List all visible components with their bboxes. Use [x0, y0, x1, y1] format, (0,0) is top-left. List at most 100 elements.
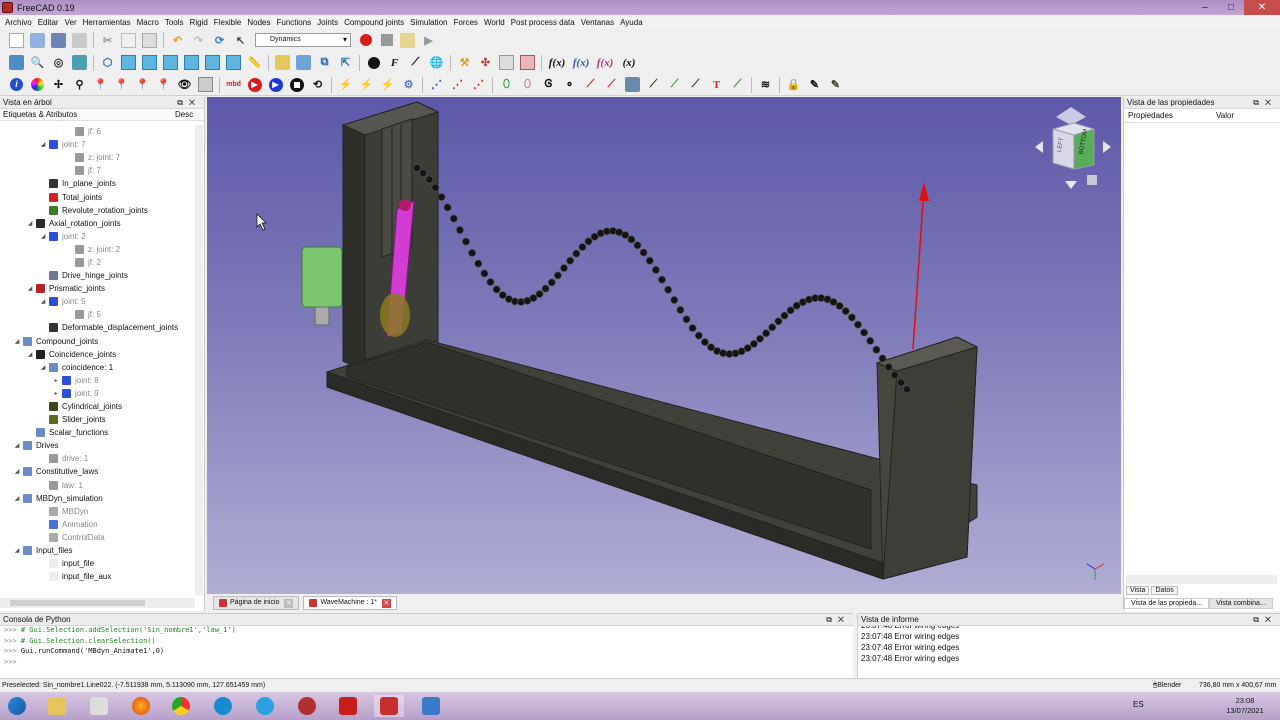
- property-horizontal-scrollbar[interactable]: [1126, 575, 1277, 584]
- tree-item[interactable]: drive: 1: [0, 452, 195, 465]
- revolute-joint-icon[interactable]: ⬯: [499, 77, 514, 92]
- wave-icon[interactable]: ≋: [758, 77, 773, 92]
- tree-item[interactable]: input_file: [0, 557, 195, 570]
- world-icon[interactable]: 🌐: [429, 55, 444, 70]
- tree-item[interactable]: ◢ joint: 2: [0, 230, 195, 243]
- group-icon[interactable]: [296, 55, 311, 70]
- nav-arrow-up[interactable]: [1056, 107, 1086, 125]
- record-macro-icon[interactable]: [358, 33, 373, 48]
- tree-item[interactable]: ◢ Input_files: [0, 544, 195, 557]
- joint-a-icon[interactable]: ⋰: [429, 77, 444, 92]
- import-sheet-icon[interactable]: [520, 55, 535, 70]
- tree-item[interactable]: ◢ Compound_joints: [0, 335, 195, 348]
- taskbar-acrobat[interactable]: [333, 695, 363, 717]
- col-properties[interactable]: Propiedades: [1124, 109, 1216, 122]
- in-plane-joint-icon[interactable]: ⟋: [583, 77, 598, 92]
- expand-arrow-icon[interactable]: ◢: [26, 285, 34, 292]
- menu-editar[interactable]: Editar: [35, 18, 62, 27]
- spreadsheet-tool-2-icon[interactable]: ✣: [478, 55, 493, 70]
- play-blue-icon[interactable]: ▶: [268, 77, 283, 92]
- clamp-joint-icon[interactable]: ⚬: [562, 77, 577, 92]
- force-black-icon[interactable]: ⚡: [359, 77, 374, 92]
- measure-icon[interactable]: 📏: [247, 55, 262, 70]
- tree-item[interactable]: ◢ Drives: [0, 439, 195, 452]
- menu-tools[interactable]: Tools: [162, 18, 187, 27]
- menu-functions[interactable]: Functions: [273, 18, 314, 27]
- whats-this-icon[interactable]: ↖: [233, 33, 248, 48]
- menu-joints[interactable]: Joints: [314, 18, 341, 27]
- minimize-button[interactable]: –: [1192, 0, 1218, 15]
- isometric-view-icon[interactable]: ⬡: [100, 55, 115, 70]
- menu-flexible[interactable]: Flexible: [211, 18, 245, 27]
- variable-icon[interactable]: (x): [620, 55, 638, 70]
- node-red-icon[interactable]: 📍: [114, 77, 129, 92]
- node-green-icon[interactable]: 📍: [135, 77, 150, 92]
- fit-all-icon[interactable]: [9, 55, 24, 70]
- force-blue-icon[interactable]: ⚡: [338, 77, 353, 92]
- taskbar-firefox[interactable]: [126, 695, 156, 717]
- expand-arrow-icon[interactable]: ◢: [39, 141, 47, 148]
- tree-item[interactable]: z: joint: 7: [0, 151, 195, 164]
- hinge-joint-icon[interactable]: ⬯: [520, 77, 535, 92]
- expand-arrow-icon[interactable]: ◢: [13, 442, 21, 449]
- menu-macro[interactable]: Macro: [134, 18, 162, 27]
- color-wheel-icon[interactable]: [30, 77, 45, 92]
- tree-item[interactable]: Drive_hinge_joints: [0, 269, 195, 282]
- taskbar-chrome[interactable]: [166, 695, 196, 717]
- menu-world[interactable]: World: [481, 18, 508, 27]
- expand-arrow-icon[interactable]: ◢: [39, 364, 47, 371]
- 3d-viewport[interactable]: LEFT BOTTOM: [207, 97, 1121, 594]
- tree-item[interactable]: In_plane_joints: [0, 177, 195, 190]
- dock-buttons[interactable]: ⧉✕: [826, 614, 850, 626]
- expand-arrow-icon[interactable]: ◢: [13, 547, 21, 554]
- fit-selection-icon[interactable]: 🔍: [30, 55, 45, 70]
- refresh-icon[interactable]: ⟳: [212, 33, 227, 48]
- tree-item[interactable]: Deformable_displacement_joints: [0, 321, 195, 334]
- cut-icon[interactable]: ✂: [100, 33, 115, 48]
- sphere-icon[interactable]: [366, 55, 381, 70]
- lock-icon[interactable]: 🔒: [786, 77, 801, 92]
- left-view-icon[interactable]: [226, 55, 241, 70]
- tab-wavemachine[interactable]: WaveMachine : 1* ✕: [303, 596, 397, 610]
- tree-item[interactable]: ▸ joint: 9: [0, 387, 195, 400]
- part-icon[interactable]: [275, 55, 290, 70]
- calculator-icon[interactable]: [198, 77, 213, 92]
- menu-simulation[interactable]: Simulation: [407, 18, 450, 27]
- tree-item[interactable]: Revolute_rotation_joints: [0, 204, 195, 217]
- menu-rigid[interactable]: Rigid: [187, 18, 211, 27]
- tree-item[interactable]: jf: 2: [0, 256, 195, 269]
- maximize-button[interactable]: □: [1218, 0, 1244, 15]
- cylindrical-joint-icon[interactable]: ⟋: [688, 77, 703, 92]
- gravity-icon[interactable]: ⚲: [72, 77, 87, 92]
- nav-arrow-down[interactable]: [1065, 181, 1077, 189]
- drive-hinge-icon[interactable]: [625, 77, 640, 92]
- fx-red-icon[interactable]: f(x): [596, 55, 614, 70]
- total-joint-icon[interactable]: T: [709, 77, 724, 92]
- axial-joint-icon[interactable]: Ꮆ: [541, 77, 556, 92]
- tree-item[interactable]: jf: 7: [0, 164, 195, 177]
- rear-view-icon[interactable]: [184, 55, 199, 70]
- frame-icon[interactable]: ✢: [51, 77, 66, 92]
- expand-arrow-icon[interactable]: ◢: [39, 233, 47, 240]
- tree-item[interactable]: law: 1: [0, 479, 195, 492]
- navigation-style[interactable]: 🖱Blender: [1153, 679, 1181, 692]
- tree-item[interactable]: Animation: [0, 518, 195, 531]
- expand-arrow-icon[interactable]: ◢: [39, 298, 47, 305]
- tree-horizontal-scrollbar[interactable]: [0, 598, 195, 608]
- gear-icon[interactable]: ⚙: [401, 77, 416, 92]
- print-icon[interactable]: [72, 32, 87, 48]
- language-indicator[interactable]: ES: [1133, 700, 1144, 709]
- fx-icon[interactable]: f(x): [548, 55, 566, 70]
- tree-item[interactable]: jf: 6: [0, 125, 195, 138]
- sheet-icon[interactable]: [499, 55, 514, 70]
- tree-item[interactable]: ◢ coincidence: 1: [0, 361, 195, 374]
- new-file-icon[interactable]: [9, 32, 24, 48]
- tree-item[interactable]: ◢ joint: 5: [0, 295, 195, 308]
- tree-item[interactable]: Total_joints: [0, 190, 195, 203]
- close-tab-icon[interactable]: ✕: [381, 598, 391, 608]
- scroll-thumb[interactable]: [10, 600, 145, 606]
- stop-macro-icon[interactable]: [379, 33, 394, 48]
- tab-vista[interactable]: Vista: [1126, 586, 1150, 595]
- expand-arrow-icon[interactable]: ▸: [52, 390, 60, 397]
- nav-arrow-left[interactable]: [1035, 141, 1043, 153]
